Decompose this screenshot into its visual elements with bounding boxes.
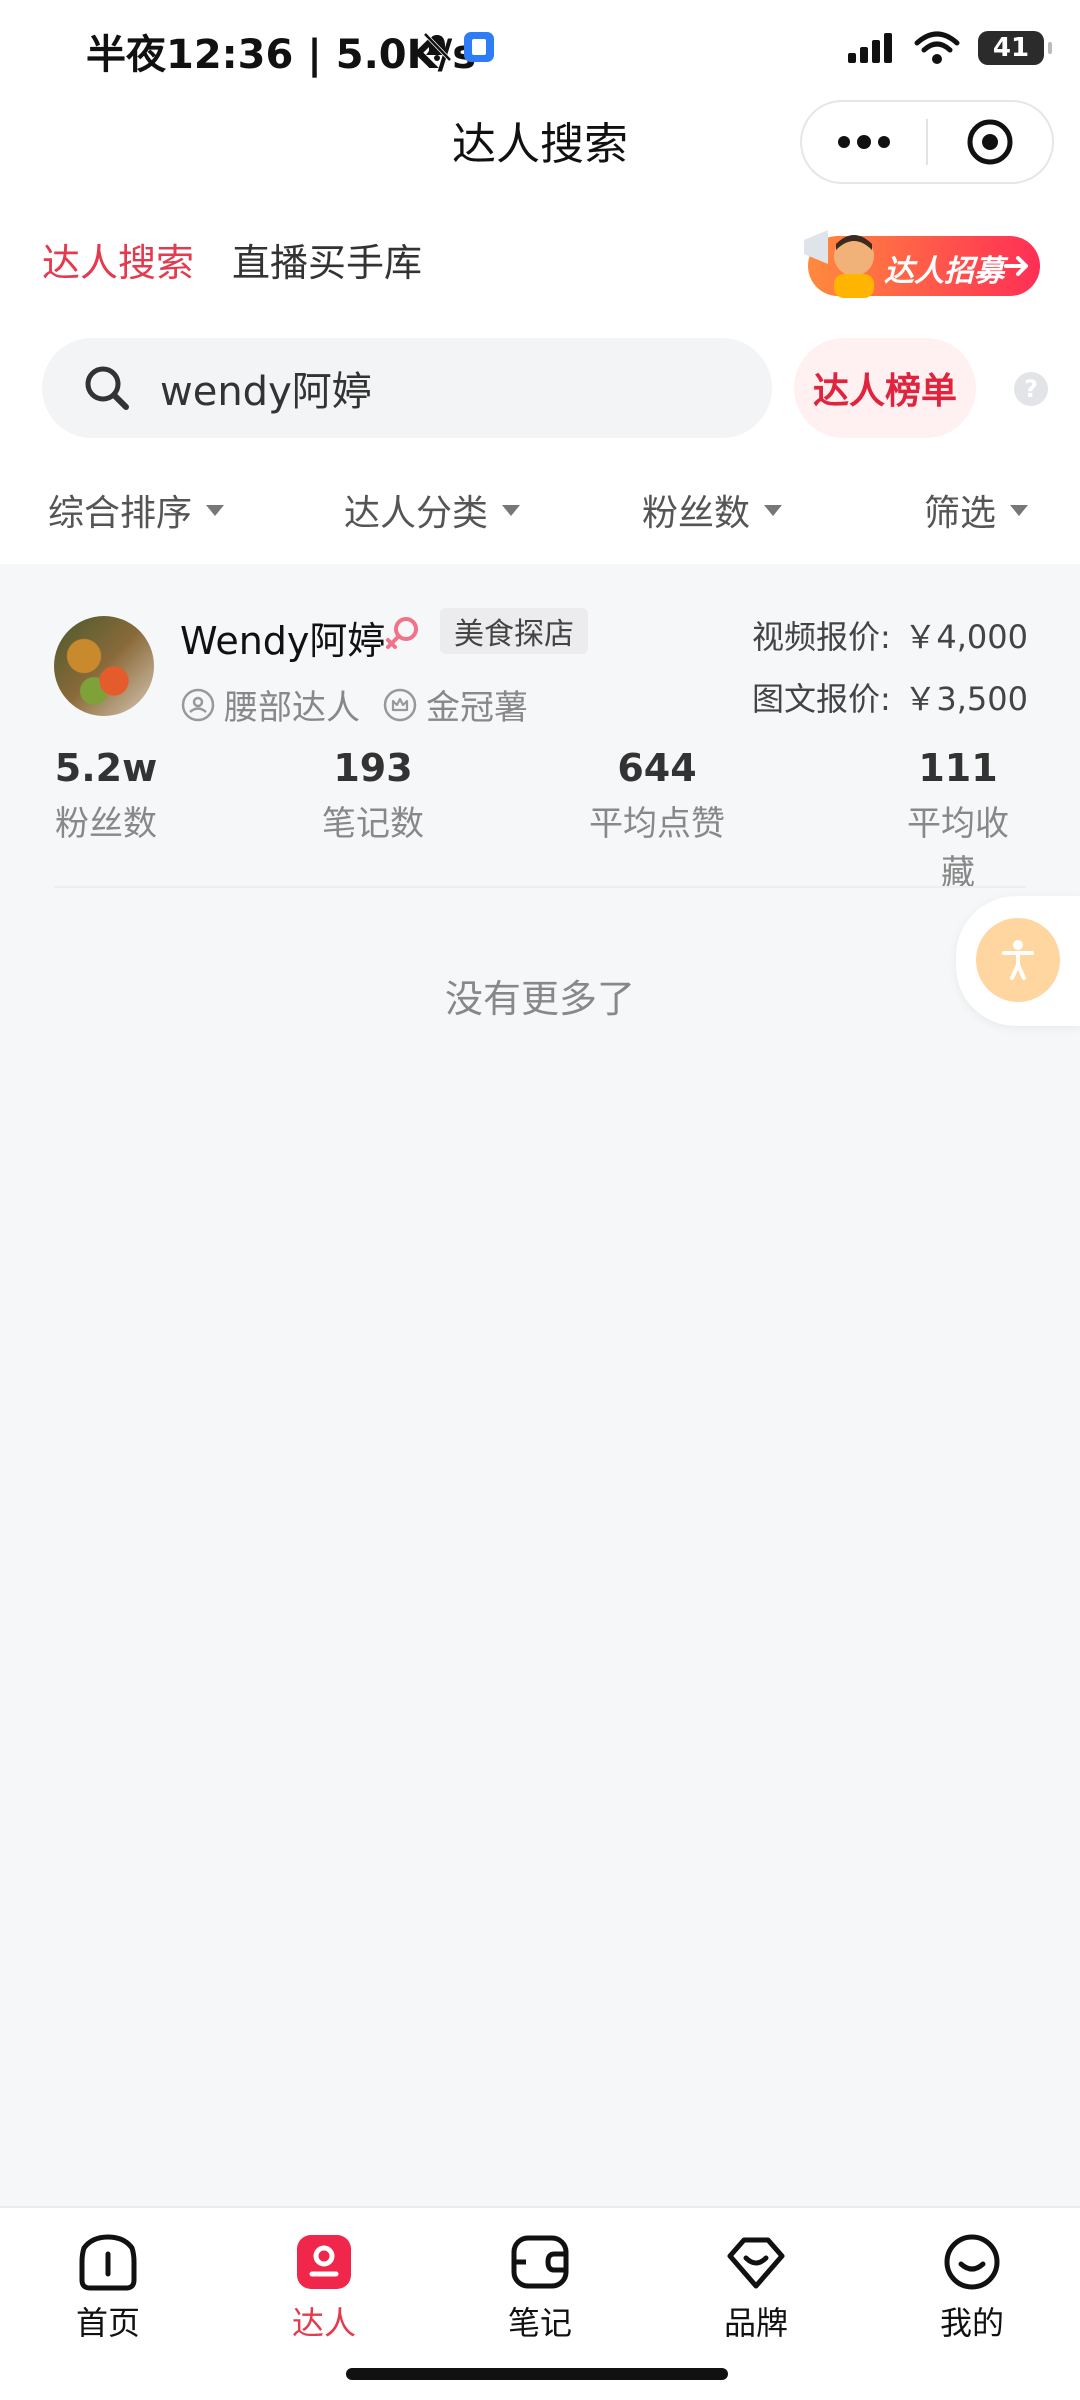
stat-value: 111 [918,746,998,790]
caret-down-icon [206,504,225,516]
filter-screen[interactable]: 筛选 [924,484,1029,536]
tabs-row: 达人搜索 直播买手库 达人招募 [0,192,1080,332]
brand-icon [727,2237,785,2289]
tab-live-buyer-library[interactable]: 直播买手库 [232,232,422,287]
nav-brand[interactable]: 品牌 [696,2232,816,2344]
filter-sort[interactable]: 综合排序 [48,484,225,536]
price-image-label: 图文报价: [752,680,891,718]
stat-followers: 5.2w 粉丝数 [55,746,157,845]
help-icon[interactable]: ? [1014,372,1048,406]
filter-screen-label: 筛选 [924,493,997,534]
level-crown-label: 金冠薯 [426,688,528,728]
level-tier-label: 腰部达人 [224,688,360,728]
nav-notes-label: 笔记 [507,2304,572,2342]
close-button[interactable] [928,102,1052,182]
nav-home[interactable]: 首页 [48,2232,168,2344]
more-icon [838,135,890,149]
search-icon [85,366,129,410]
megaphone-icon [804,230,874,298]
female-icon [386,617,418,649]
stat-label: 平均点赞 [589,804,725,844]
kol-icon [297,2235,351,2289]
stats-row: 5.2w 粉丝数 193 笔记数 644 平均点赞 111 平均收藏 [0,746,1080,893]
nav-home-label: 首页 [75,2304,140,2342]
nav-notes[interactable]: 笔记 [480,2232,600,2344]
price-video-label: 视频报价: [752,618,891,656]
caret-down-icon [1010,504,1029,516]
nav-profile-label: 我的 [939,2304,1004,2342]
stat-label: 笔记数 [322,804,424,844]
bell-muted-icon [423,32,452,62]
price-video: 视频报价: ￥4,000 [752,612,1028,658]
home-icon [79,2234,137,2291]
more-button[interactable] [802,102,926,182]
price-image-value: ￥3,500 [904,680,1028,718]
accessibility-button[interactable] [976,918,1060,1002]
wifi-icon [914,31,960,64]
stat-value: 193 [333,746,413,790]
battery-icon: 41 [978,31,1052,65]
app-screen: 半夜12:36 | 5.0K/s 41 达人搜索 达人搜索 直播买手库 达人招募… [0,0,1080,2400]
title-bar: 达人搜索 [0,96,1080,192]
accessibility-icon [1002,940,1034,980]
level-badge-crown: 金冠薯 [382,680,528,729]
kol-result-card[interactable]: Wendy阿婷 美食探店 腰部达人 金冠薯 视频报价: ￥4,000 图文报价:… [0,564,1080,893]
filter-followers[interactable]: 粉丝数 [642,484,783,536]
category-tag: 美食探店 [440,608,588,654]
status-time: 半夜12:36 | 5.0K/s [86,32,477,78]
kol-rank-button[interactable]: 达人榜单 [794,338,976,438]
tab-kol-search[interactable]: 达人搜索 [42,232,194,287]
end-of-list-text: 没有更多了 [444,977,635,1021]
profile-icon [944,2234,1000,2290]
arrow-right-icon [1004,256,1028,276]
search-input[interactable]: wendy阿婷 [42,338,772,438]
note-icon [511,2235,569,2289]
price-image: 图文报价: ￥3,500 [752,674,1028,720]
nav-profile[interactable]: 我的 [912,2232,1032,2344]
kol-name: Wendy阿婷 [180,619,386,663]
filter-category[interactable]: 达人分类 [344,484,521,536]
recruit-banner[interactable]: 达人招募 [798,220,1042,298]
status-bar: 半夜12:36 | 5.0K/s 41 [0,0,1080,96]
stat-label: 粉丝数 [54,804,157,844]
stat-value: 644 [617,746,697,790]
status-indicators: 41 [846,24,1052,72]
recruit-label: 达人招募 [884,254,1004,289]
signal-icon [848,33,892,63]
nav-kol-label: 达人 [291,2304,356,2342]
stat-value: 5.2w [54,746,158,790]
target-icon [967,119,1013,165]
app-notification-icon [464,32,494,62]
level-badge-tier: 腰部达人 [180,680,360,729]
crown-circle-icon [383,688,417,721]
home-indicator[interactable] [346,2368,728,2380]
caret-down-icon [764,504,783,516]
avatar [54,616,154,716]
mini-program-capsule [800,100,1054,184]
stat-notes: 193 笔记数 [322,746,424,845]
filter-category-label: 达人分类 [344,493,489,534]
search-row: wendy阿婷 达人榜单 ? [0,332,1080,448]
divider [54,886,1026,888]
stat-avg-collects: 111 平均收藏 [897,746,1019,894]
price-video-value: ￥4,000 [904,618,1028,656]
caret-down-icon [502,504,521,516]
search-value: wendy阿婷 [160,369,372,415]
filter-followers-label: 粉丝数 [642,493,751,534]
filter-bar: 综合排序 达人分类 粉丝数 筛选 [0,448,1080,564]
bottom-nav: 首页 达人 笔记 品牌 我的 [0,2206,1080,2368]
stat-label: 平均收藏 [907,804,1009,893]
stat-avg-likes: 644 平均点赞 [589,746,725,845]
nav-kol[interactable]: 达人 [264,2232,384,2344]
filter-sort-label: 综合排序 [48,493,193,534]
person-circle-icon [181,688,215,721]
floating-panel [956,896,1080,1026]
nav-brand-label: 品牌 [723,2304,788,2342]
